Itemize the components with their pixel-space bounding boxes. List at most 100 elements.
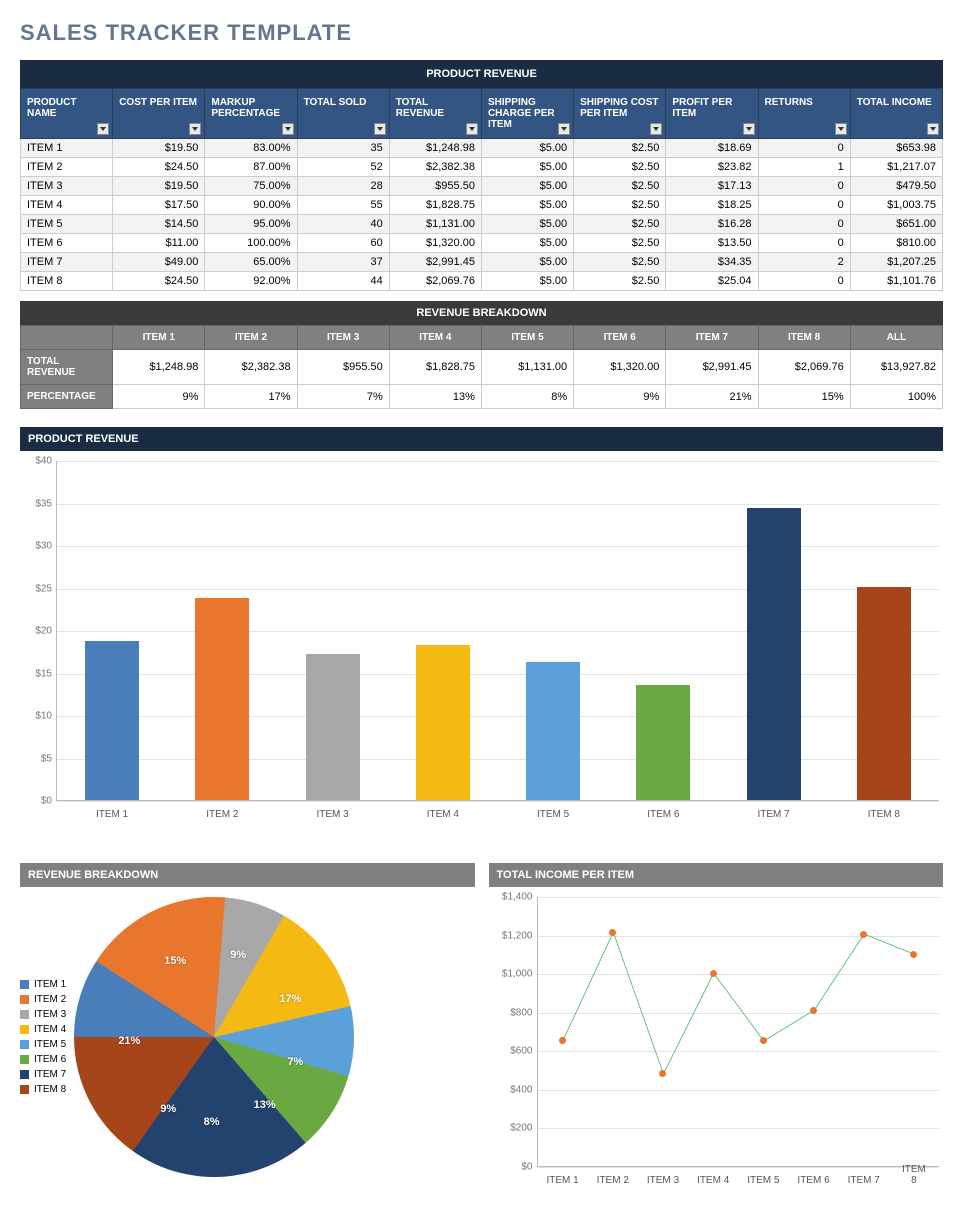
legend-item: ITEM 4 bbox=[20, 1024, 66, 1035]
filter-icon[interactable] bbox=[927, 123, 939, 135]
y-tick-label: $800 bbox=[489, 1007, 533, 1018]
cell: 87.00% bbox=[205, 158, 297, 177]
y-tick-label: $1,000 bbox=[489, 969, 533, 980]
pie-slice-label: 21% bbox=[118, 1035, 140, 1047]
legend-label: ITEM 8 bbox=[34, 1084, 66, 1095]
x-tick-label: ITEM 8 bbox=[847, 809, 921, 820]
cell: $1,248.98 bbox=[113, 350, 205, 385]
pie-slice-label: 13% bbox=[254, 1099, 276, 1111]
legend-swatch bbox=[20, 1055, 29, 1064]
cell: 37 bbox=[297, 253, 389, 272]
cell: 28 bbox=[297, 177, 389, 196]
cell: ITEM 5 bbox=[21, 215, 113, 234]
row-header: PERCENTAGE bbox=[21, 385, 113, 409]
cell: ITEM 1 bbox=[21, 139, 113, 158]
cell: $2.50 bbox=[574, 139, 666, 158]
cell: $25.04 bbox=[666, 272, 758, 291]
col-header: TOTAL REVENUE bbox=[389, 89, 481, 139]
col-header: ITEM 2 bbox=[205, 326, 297, 350]
table-row: ITEM 8$24.5092.00%44$2,069.76$5.00$2.50$… bbox=[21, 272, 943, 291]
table-row: TOTAL REVENUE$1,248.98$2,382.38$955.50$1… bbox=[21, 350, 943, 385]
filter-icon[interactable] bbox=[743, 123, 755, 135]
filter-icon[interactable] bbox=[374, 123, 386, 135]
cell: 100% bbox=[850, 385, 942, 409]
cell: 40 bbox=[297, 215, 389, 234]
bar-chart: ITEM 1ITEM 2ITEM 3ITEM 4ITEM 5ITEM 6ITEM… bbox=[20, 457, 943, 827]
cell: $955.50 bbox=[297, 350, 389, 385]
cell: $13,927.82 bbox=[850, 350, 942, 385]
revenue-breakdown-table: ITEM 1ITEM 2ITEM 3ITEM 4ITEM 5ITEM 6ITEM… bbox=[20, 325, 943, 409]
cell: $955.50 bbox=[389, 177, 481, 196]
cell: $14.50 bbox=[113, 215, 205, 234]
x-tick-label: ITEM 6 bbox=[626, 809, 700, 820]
x-tick-label: ITEM 4 bbox=[697, 1175, 729, 1186]
filter-icon[interactable] bbox=[558, 123, 570, 135]
x-tick-label: ITEM 1 bbox=[75, 809, 149, 820]
filter-icon[interactable] bbox=[189, 123, 201, 135]
cell: $23.82 bbox=[666, 158, 758, 177]
cell: $5.00 bbox=[481, 196, 573, 215]
page-title: SALES TRACKER TEMPLATE bbox=[20, 20, 943, 46]
line-marker bbox=[810, 1007, 817, 1014]
col-header: SHIPPING CHARGE PER ITEM bbox=[481, 89, 573, 139]
y-tick-label: $15 bbox=[20, 668, 52, 679]
cell: 0 bbox=[758, 196, 850, 215]
x-tick-label: ITEM 7 bbox=[848, 1175, 880, 1186]
line-chart-title: TOTAL INCOME PER ITEM bbox=[489, 863, 944, 887]
cell: $49.00 bbox=[113, 253, 205, 272]
cell: 83.00% bbox=[205, 139, 297, 158]
col-header: TOTAL INCOME bbox=[850, 89, 942, 139]
filter-icon[interactable] bbox=[97, 123, 109, 135]
y-tick-label: $200 bbox=[489, 1123, 533, 1134]
legend-label: ITEM 1 bbox=[34, 979, 66, 990]
product-revenue-table: PRODUCT NAMECOST PER ITEMMARKUP PERCENTA… bbox=[20, 88, 943, 291]
table-row: ITEM 5$14.5095.00%40$1,131.00$5.00$2.50$… bbox=[21, 215, 943, 234]
x-tick-label: ITEM 6 bbox=[797, 1175, 829, 1186]
col-header: ITEM 6 bbox=[574, 326, 666, 350]
col-header: ITEM 3 bbox=[297, 326, 389, 350]
cell: $2,991.45 bbox=[666, 350, 758, 385]
cell: $24.50 bbox=[113, 272, 205, 291]
product-revenue-header: PRODUCT REVENUE bbox=[20, 60, 943, 88]
x-tick-label: ITEM 5 bbox=[516, 809, 590, 820]
x-tick-label: ITEM 4 bbox=[406, 809, 480, 820]
cell: $2.50 bbox=[574, 234, 666, 253]
cell: 17% bbox=[205, 385, 297, 409]
legend-label: ITEM 6 bbox=[34, 1054, 66, 1065]
col-header: COST PER ITEM bbox=[113, 89, 205, 139]
cell: 13% bbox=[389, 385, 481, 409]
line-marker bbox=[609, 929, 616, 936]
legend-item: ITEM 2 bbox=[20, 994, 66, 1005]
y-tick-label: $0 bbox=[489, 1162, 533, 1173]
y-tick-label: $600 bbox=[489, 1046, 533, 1057]
pie bbox=[74, 897, 354, 1177]
cell: 75.00% bbox=[205, 177, 297, 196]
table-row: ITEM 4$17.5090.00%55$1,828.75$5.00$2.50$… bbox=[21, 196, 943, 215]
cell: $1,320.00 bbox=[574, 350, 666, 385]
cell: $17.50 bbox=[113, 196, 205, 215]
cell: 0 bbox=[758, 272, 850, 291]
filter-icon[interactable] bbox=[650, 123, 662, 135]
legend-label: ITEM 2 bbox=[34, 994, 66, 1005]
filter-icon[interactable] bbox=[835, 123, 847, 135]
y-tick-label: $5 bbox=[20, 753, 52, 764]
legend-item: ITEM 8 bbox=[20, 1084, 66, 1095]
col-header: ALL bbox=[850, 326, 942, 350]
row-header: TOTAL REVENUE bbox=[21, 350, 113, 385]
filter-icon[interactable] bbox=[466, 123, 478, 135]
cell: $2,069.76 bbox=[389, 272, 481, 291]
cell: ITEM 6 bbox=[21, 234, 113, 253]
legend-label: ITEM 4 bbox=[34, 1024, 66, 1035]
cell: 92.00% bbox=[205, 272, 297, 291]
col-header: ITEM 1 bbox=[113, 326, 205, 350]
cell: 9% bbox=[574, 385, 666, 409]
legend-swatch bbox=[20, 995, 29, 1004]
cell: 7% bbox=[297, 385, 389, 409]
cell: $5.00 bbox=[481, 177, 573, 196]
cell: $18.69 bbox=[666, 139, 758, 158]
col-header: SHIPPING COST PER ITEM bbox=[574, 89, 666, 139]
cell: $653.98 bbox=[850, 139, 942, 158]
cell: $2.50 bbox=[574, 272, 666, 291]
cell: ITEM 7 bbox=[21, 253, 113, 272]
filter-icon[interactable] bbox=[282, 123, 294, 135]
